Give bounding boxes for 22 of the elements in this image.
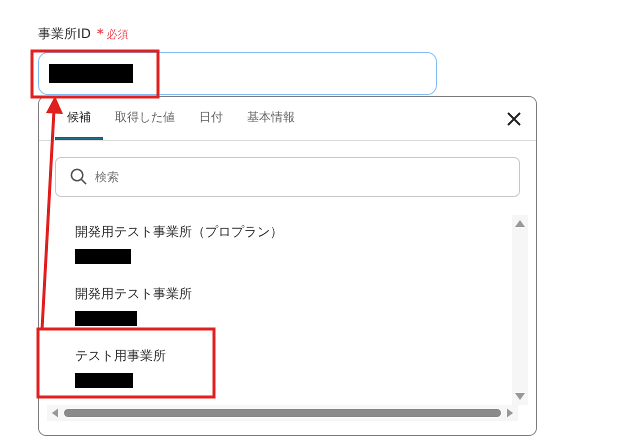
input-field[interactable] [38, 52, 437, 95]
scroll-down-icon[interactable] [515, 393, 525, 401]
required-mark: * [96, 26, 104, 42]
option-name[interactable]: テスト用事業所 [75, 347, 512, 365]
option-name[interactable]: 開発用テスト事業所 [75, 285, 512, 303]
scroll-left-icon[interactable] [51, 408, 58, 418]
horizontal-scrollbar[interactable] [47, 405, 518, 421]
vertical-scrollbar[interactable] [512, 215, 528, 405]
tab[interactable]: 基本情報 [235, 97, 307, 140]
scroll-right-icon[interactable] [507, 408, 514, 418]
redaction-block [75, 249, 131, 264]
tab[interactable]: 日付 [187, 97, 235, 140]
scroll-thumb[interactable] [64, 409, 501, 417]
tab[interactable]: 取得した値 [103, 97, 187, 140]
redaction-block [75, 373, 133, 388]
option-name[interactable]: 開発用テスト事業所（プロプラン） [75, 223, 512, 241]
redaction-block [75, 311, 137, 326]
required-text: 必須 [106, 26, 129, 42]
search-field[interactable]: 検索 [55, 157, 520, 197]
close-icon[interactable] [506, 110, 522, 126]
scroll-up-icon[interactable] [515, 219, 525, 227]
field-label: 事業所ID [38, 26, 91, 43]
